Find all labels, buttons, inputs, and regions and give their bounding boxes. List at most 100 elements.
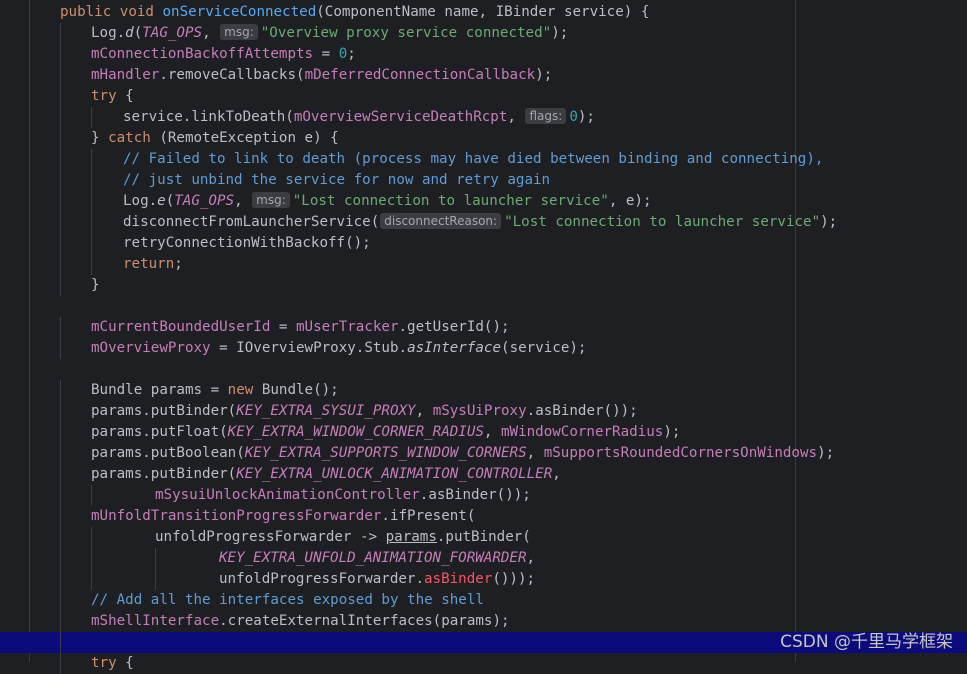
code-line[interactable]: return; <box>0 254 967 275</box>
code-token: ); <box>535 67 553 83</box>
code-line[interactable]: mOverviewProxy = IOverviewProxy.Stub.asI… <box>0 338 967 359</box>
code-line[interactable] <box>0 296 967 317</box>
code-editor[interactable]: public void onServiceConnected(Component… <box>0 0 967 674</box>
code-token: "Overview proxy service connected" <box>260 25 552 41</box>
code-line[interactable]: params.putBinder(KEY_EXTRA_SYSUI_PROXY, … <box>0 401 967 422</box>
code-token: // Add all the interfaces exposed by the… <box>91 592 484 608</box>
code-token: ; <box>174 256 183 272</box>
line-text: params.putBoolean(KEY_EXTRA_SUPPORTS_WIN… <box>91 443 834 464</box>
code-line[interactable]: Log.e(TAG_OPS, msg: "Lost connection to l… <box>0 191 967 212</box>
code-line[interactable]: Bundle params = new Bundle(); <box>0 380 967 401</box>
code-token: "Lost connection to launcher service" <box>292 193 609 209</box>
line-text: // Add all the interfaces exposed by the… <box>91 590 484 611</box>
code-line[interactable]: unfoldProgressForwarder -> params.putBin… <box>0 527 967 548</box>
code-line[interactable]: } <box>0 275 967 296</box>
indent-guide <box>60 548 61 569</box>
line-text: Log.e(TAG_OPS, msg: "Lost connection to l… <box>123 191 652 212</box>
code-token: d <box>125 25 134 41</box>
code-token: onServiceConnected <box>162 4 317 20</box>
code-token: 0 <box>569 109 578 125</box>
code-token: (RemoteException e) { <box>150 130 339 146</box>
code-token: KEY_EXTRA_SUPPORTS_WINDOW_CORNERS <box>244 445 527 461</box>
indent-guide <box>60 506 61 527</box>
code-token: Log. <box>123 193 158 209</box>
code-line[interactable]: mHandler.removeCallbacks(mDeferredConnec… <box>0 65 967 86</box>
code-line[interactable]: params.putFloat(KEY_EXTRA_WINDOW_CORNER_… <box>0 422 967 443</box>
line-text: mUnfoldTransitionProgressForwarder.ifPre… <box>91 506 475 527</box>
code-line[interactable]: mConnectionBackoffAttempts = 0; <box>0 44 967 65</box>
code-line[interactable]: KEY_EXTRA_UNFOLD_ANIMATION_FORWARDER, <box>0 548 967 569</box>
indent-guide <box>91 107 92 128</box>
line-text: mShellInterface.createExternalInterfaces… <box>91 611 510 632</box>
code-token: ); <box>577 109 595 125</box>
code-line[interactable] <box>0 359 967 380</box>
line-text: } catch (RemoteException e) { <box>91 128 339 149</box>
code-line[interactable]: } catch (RemoteException e) { <box>0 128 967 149</box>
code-line[interactable]: disconnectFromLauncherService(disconnect… <box>0 212 967 233</box>
line-text: mHandler.removeCallbacks(mDeferredConnec… <box>91 65 552 86</box>
code-token: mOverviewServiceDeathRcpt <box>293 109 508 125</box>
code-token: } <box>91 277 100 293</box>
indent-guide <box>60 632 61 653</box>
code-line[interactable]: // just unbind the service for now and r… <box>0 170 967 191</box>
code-token: , <box>415 403 433 419</box>
code-token: , <box>483 424 502 440</box>
line-text: mSysuiUnlockAnimationController.asBinder… <box>155 485 531 506</box>
code-token: KEY_EXTRA_UNFOLD_ANIMATION_FORWARDER <box>219 550 527 566</box>
indent-guide <box>91 485 92 506</box>
code-line[interactable]: service.linkToDeath(mOverviewServiceDeat… <box>0 107 967 128</box>
code-line[interactable]: retryConnectionWithBackoff(); <box>0 233 967 254</box>
code-token: service.linkToDeath( <box>123 109 294 125</box>
code-token: ); <box>663 424 681 440</box>
line-text: try { <box>91 86 134 107</box>
code-token: mShellInterface <box>91 613 220 629</box>
parameter-hint: msg: <box>252 192 290 208</box>
indent-guide <box>91 191 92 212</box>
code-token: = <box>313 46 339 62</box>
indent-guide <box>60 443 61 464</box>
code-token: mHandler <box>91 67 160 83</box>
code-token: asInterface <box>407 340 502 356</box>
line-text: } <box>91 275 100 296</box>
code-token: return <box>123 256 175 272</box>
code-line[interactable]: // Failed to link to death (process may … <box>0 149 967 170</box>
code-token: KEY_EXTRA_SYSUI_PROXY <box>236 403 416 419</box>
code-line[interactable]: Log.d(TAG_OPS, msg: "Overview proxy servi… <box>0 23 967 44</box>
indent-guide <box>60 212 61 233</box>
line-text: mCurrentBoundedUserId = mUserTracker.get… <box>91 317 510 338</box>
code-token: (ComponentName name, IBinder service) { <box>316 4 650 20</box>
code-line[interactable]: mShellInterface.createExternalInterfaces… <box>0 611 967 632</box>
code-line[interactable]: params.putBoolean(KEY_EXTRA_SUPPORTS_WIN… <box>0 443 967 464</box>
code-line[interactable]: params.putBinder(KEY_EXTRA_UNLOCK_ANIMAT… <box>0 464 967 485</box>
indent-guide <box>60 170 61 191</box>
code-token: asBinder <box>424 571 493 587</box>
code-token: ( <box>165 193 175 209</box>
code-token: mSupportsRoundedCornersOnWindows <box>543 445 818 461</box>
code-token: Log. <box>91 25 126 41</box>
indent-guide <box>60 611 61 632</box>
code-line[interactable]: public void onServiceConnected(Component… <box>0 2 967 23</box>
parameter-hint: disconnectReason: <box>380 213 502 229</box>
code-line[interactable]: try { <box>0 86 967 107</box>
code-token: , e); <box>608 193 652 209</box>
code-line[interactable]: try { <box>0 653 967 674</box>
code-line[interactable]: mCurrentBoundedUserId = mUserTracker.get… <box>0 317 967 338</box>
code-token: , <box>526 550 536 566</box>
code-line[interactable]: mSysuiUnlockAnimationController.asBinder… <box>0 485 967 506</box>
code-token: 0 <box>338 46 348 62</box>
code-token: , <box>552 466 561 482</box>
code-token: mOverviewProxy <box>91 340 211 356</box>
line-text: // just unbind the service for now and r… <box>123 170 550 191</box>
code-token: (service); <box>501 340 587 356</box>
code-line[interactable]: mUnfoldTransitionProgressForwarder.ifPre… <box>0 506 967 527</box>
code-token: .removeCallbacks( <box>159 67 305 83</box>
code-line[interactable]: unfoldProgressForwarder.asBinder())); <box>0 569 967 590</box>
code-token: ); <box>551 25 569 41</box>
code-token: mWindowCornerRadius <box>501 424 664 440</box>
code-token: disconnectFromLauncherService( <box>123 214 380 230</box>
indent-guide <box>91 149 92 170</box>
indent-guide <box>91 170 92 191</box>
indent-guide <box>91 527 92 548</box>
line-text: unfoldProgressForwarder.asBinder())); <box>219 569 535 590</box>
code-line[interactable]: // Add all the interfaces exposed by the… <box>0 590 967 611</box>
